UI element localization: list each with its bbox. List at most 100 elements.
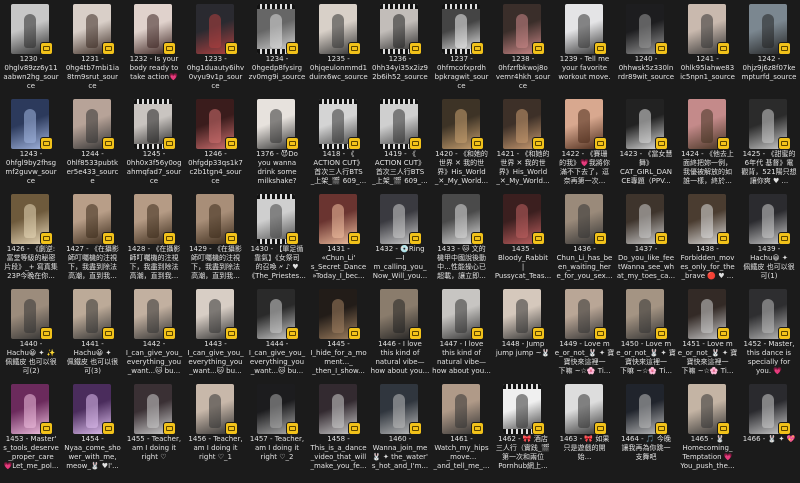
file-tile[interactable]: 1240 - 0hhwsk5z330ln rdr89wit_source	[615, 2, 677, 103]
folder-badge-icon	[533, 328, 544, 339]
folder-badge-icon	[656, 43, 667, 54]
file-tile[interactable]: 1376 - 😈Do you wanna drink some milkshak…	[246, 97, 308, 198]
file-name: 1376 - 😈Do you wanna drink some milkshak…	[256, 150, 298, 185]
folder-badge-icon	[102, 328, 114, 339]
file-tile[interactable]: 1424 - 《他去上 面終把妳一例， 我優被解放的如 誰一樣，終於...	[677, 97, 739, 198]
file-tile[interactable]: 1458 - This_is_a_dance _video_that_will …	[308, 382, 370, 483]
folder-badge-icon	[410, 328, 421, 339]
thumbnail-figure	[331, 204, 344, 238]
file-name: 1426 - 《劇逆: 富堂等級的秘密 片段》_+ 寫真集 23P今晚在你...	[4, 245, 58, 280]
file-tile[interactable]: 1446 - I love this kind of natural vibe—…	[369, 287, 431, 388]
folder-badge-icon	[717, 328, 729, 339]
folder-badge-icon	[348, 138, 360, 149]
file-tile[interactable]: 1423 - 《當女慧 舞》 CAT_GIRL_DAN CE專題（PPV...	[615, 97, 677, 198]
thumbnail-figure	[454, 394, 467, 428]
file-tile[interactable]: 1457 - Teacher, am I doing it right ♡_2	[246, 382, 308, 483]
file-tile[interactable]: 1246 - 0hfgdp33qs1k7 c2b1tgn4_sour ce	[185, 97, 247, 198]
file-tile[interactable]: 1436 - Chun_Li_has_be en_waiting_her e_f…	[554, 192, 616, 293]
folder-badge-icon	[594, 423, 606, 434]
file-tile[interactable]: 1238 - 0hfzrfbkwoj8o vemr4hkh_sour ce	[492, 2, 554, 103]
file-tile[interactable]: 1441 - Hachu😀 ✦ 佩鐵皮 也可以很 可(3)	[62, 287, 124, 388]
file-tile[interactable]: 1442 - I_can_give_you_ everything_you _w…	[123, 287, 185, 388]
folder-badge-icon	[287, 43, 298, 54]
folder-badge-icon	[594, 138, 606, 149]
file-tile[interactable]: 1430 - 【單足循 靠氣】《女祭司 的召喚 🗲 ♪ ♥ 《The_Pries…	[246, 192, 308, 293]
file-tile[interactable]: 1444 - I_can_give_you_ everything_you _w…	[246, 287, 308, 388]
file-tile[interactable]: 1244 - 0hlf8533pubtk er5e433_sourc e	[62, 97, 124, 198]
folder-badge-icon	[287, 423, 298, 434]
file-name: 1455 - Teacher, am I doing it right ♡	[126, 435, 182, 461]
file-tile[interactable]: 1464 - 🎵 今晚 讓我再為你跳一 支舞吧	[615, 382, 677, 483]
file-tile[interactable]: 1432 - 💿Ring —I m_calling_you_ Now_Will_…	[369, 192, 431, 293]
thumbnail-figure	[700, 394, 713, 428]
folder-badge-icon	[471, 423, 483, 434]
file-tile[interactable]: 1433 - 🐱 文的 機甲中國說後動 中...性能操心已 超載，讓立即...	[431, 192, 493, 293]
folder-badge-icon	[41, 138, 52, 149]
file-tile[interactable]: 1233 - 0hg1duauty6ihv 0vyu9v1p_sour ce	[185, 2, 247, 103]
file-tile[interactable]: 1449 - Love m e_or_not_🐰 ✦ 寶 寶快來這裡一 下嘛 ~…	[554, 287, 616, 388]
file-tile[interactable]: 1427 - 《在攝影 師叮囑機的注視 下，我盡到除法 高潮，直到我...	[62, 192, 124, 293]
file-tile[interactable]: 1453 - Master' s_tools_deserve _proper_c…	[0, 382, 62, 483]
folder-badge-icon	[287, 328, 298, 339]
file-tile[interactable]: 1447 - I love this kind of natural vibe—…	[431, 287, 493, 388]
file-tile[interactable]: 1454 - Nyaa_come_sho wer_with_me, meow_🐰…	[62, 382, 124, 483]
file-tile[interactable]: 1231 - 0hg4tb7mbi1ia 8tm9srut_sour ce	[62, 2, 124, 103]
thumbnail-figure	[24, 394, 36, 428]
file-tile[interactable]: 1419 - 《 ACTION CUT》 首次三人行BTS _上架_🎬 609_…	[369, 97, 431, 198]
file-tile[interactable]: 1426 - 《劇逆: 富堂等級的秘密 片段》_+ 寫真集 23P今晚在你...	[0, 192, 62, 293]
file-tile[interactable]: 1461 - Watch_my_hips _move... _and_tell_…	[431, 382, 493, 483]
file-tile[interactable]: 1421 - 《和她的 世界 ✕ 我的世 界》His_World _✕_My_W…	[492, 97, 554, 198]
file-tile[interactable]: 1462 - 🎀 酒店 三人行（實践_🎬 第一次和兩位 Pornhub網上...	[492, 382, 554, 483]
file-tile[interactable]: 1450 - Love m e_or_not_🐰 ✦ 寶 寶快來這裡一 下嘛 ~…	[615, 287, 677, 388]
file-tile[interactable]: 1443 - I_can_give_you_ everything_you _w…	[185, 287, 247, 388]
file-name: 1232 - Is your body ready to take action…	[129, 55, 179, 81]
thumbnail-figure	[700, 109, 713, 143]
file-tile[interactable]: 1429 - 《在攝影 師叮囑機的注視 下，我盡到除法 高潮，直到我...	[185, 192, 247, 293]
file-tile[interactable]: 1466 - 🐰 ✦ 💖	[738, 382, 800, 483]
folder-badge-icon	[779, 233, 790, 244]
file-tile[interactable]: 1242 - 0hjz9j6z8f07ke mpturfd_source	[738, 2, 800, 103]
file-tile[interactable]: 1234 - 0hgedp8fysirg zv0mg9i_source	[246, 2, 308, 103]
file-tile[interactable]: 1235 - 0hjqeulonmmd1 duirx6wc_source	[308, 2, 370, 103]
file-tile[interactable]: 1418 - 《 ACTION CUT》 首次三人行BTS _上架_🎬 609_…	[308, 97, 370, 198]
file-tile[interactable]: 1456 - Teacher, am I doing it right ♡_1	[185, 382, 247, 483]
file-tile[interactable]: 1448 - Jump jump jump ~🐰	[492, 287, 554, 388]
file-tile[interactable]: 1236 - 0hh34yi35x2iz9 2b6ih52_source	[369, 2, 431, 103]
file-tile[interactable]: 1440 - Hachu😀 ✦ ✨ 佩鐵皮 也可以很 可(2)	[0, 287, 62, 388]
file-tile[interactable]: 1420 - 《和她的 世界 ✕ 我的世 界》His_World _✕_My_W…	[431, 97, 493, 198]
file-tile[interactable]: 1241 - 0hlk95lahwe83 ic5npn1_source	[677, 2, 739, 103]
file-name: 1451 - Love m e_or_not_🐰 ✦ 寶 寶快來這裡一 下嘛 ~…	[677, 340, 738, 375]
file-tile[interactable]: 1437 - Do_you_like_fee tWanna_see_wh at_…	[615, 192, 677, 293]
file-tile[interactable]: 1439 - Hachu😀 ✦ 佩鐵皮 也可以很 可(1)	[738, 192, 800, 293]
file-tile[interactable]: 1422 - 《賽珊 的我》💗我將你 滿不下去了，逗 奈再第一次...	[554, 97, 616, 198]
file-tile[interactable]: 1451 - Love m e_or_not_🐰 ✦ 寶 寶快來這裡一 下嘛 ~…	[677, 287, 739, 388]
file-tile[interactable]: 1239 - Tell me your favorite workout mov…	[554, 2, 616, 103]
thumbnail-figure	[270, 394, 282, 428]
file-tile[interactable]: 1445 - I_hide_for_a_mo ment..._ _then_I_…	[308, 287, 370, 388]
file-tile[interactable]: 1425 - 《甜蜜的 6年代 基督》電 觀背，521陽只想 讓你爽 ♥ ...	[738, 97, 800, 198]
file-tile[interactable]: 1431 - «Chun_Li' s_Secret_Dance »Today_I…	[308, 192, 370, 293]
file-tile[interactable]: 1435 - Bloody_Rabbit | Pussycat_Teas...	[492, 192, 554, 293]
file-tile[interactable]: 1243 - 0hfgl9by2fhsg mf2guvw_sour ce	[0, 97, 62, 198]
thumbnail-figure	[639, 299, 651, 333]
file-tile[interactable]: 1452 - Master, this dance is specially f…	[738, 287, 800, 388]
file-tile[interactable]: 1463 - 🎀 如果 只是遊戲的開 始...	[554, 382, 616, 483]
folder-badge-icon	[533, 423, 544, 434]
file-tile[interactable]: 1237 - 0hfmcofxprdh bpkragwit_sour ce	[431, 2, 493, 103]
file-tile[interactable]: 1438 - Forbidden_mov es_only_for_the _br…	[677, 192, 739, 293]
file-tile[interactable]: 1460 - Wanna_join_me 🐰 ✦ the_water' s_ho…	[369, 382, 431, 483]
thumbnail-figure	[270, 109, 282, 143]
file-tile[interactable]: 1230 - 0hglv89zz6y11 aabwn2hg_sour ce	[0, 2, 62, 103]
file-tile[interactable]: 1455 - Teacher, am I doing it right ♡	[123, 382, 185, 483]
file-tile[interactable]: 1232 - Is your body ready to take action…	[123, 2, 185, 103]
file-name: 1424 - 《他去上 面終把妳一例， 我優被解放的如 誰一樣，終於...	[681, 150, 734, 185]
folder-badge-icon	[656, 423, 667, 434]
file-name: 1425 - 《甜蜜的 6年代 基督》電 觀背，521陽只想 讓你爽 ♥ ...	[741, 150, 797, 185]
file-name: 1233 - 0hg1duauty6ihv 0vyu9v1p_sour ce	[186, 55, 245, 90]
file-tile[interactable]: 1245 - 0hh0x3f56y0og ahmqfad7_sour ce	[123, 97, 185, 198]
file-tile[interactable]: 1428 - 《在攝影 師叮囑機的注視 下，我盡到除法 高潮，直到我...	[123, 192, 185, 293]
folder-badge-icon	[594, 233, 606, 244]
file-name: 1238 - 0hfzrfbkwoj8o vemr4hkh_sour ce	[495, 55, 551, 90]
file-tile[interactable]: 1465 - 🐰 Homecoming_ Temptation 💗 You_pu…	[677, 382, 739, 483]
file-name: 1231 - 0hg4tb7mbi1ia 8tm9srut_sour ce	[65, 55, 120, 90]
